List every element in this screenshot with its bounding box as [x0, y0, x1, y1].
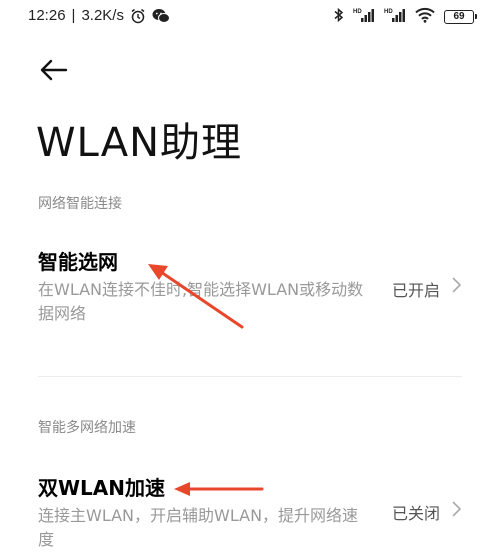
status-bar-right: HD HD 69 [334, 7, 477, 27]
back-button[interactable] [36, 52, 72, 88]
svg-text:HD: HD [384, 9, 393, 15]
chevron-right-icon [452, 277, 462, 293]
item-status-value: 已开启 [391, 281, 440, 300]
wifi-icon [415, 7, 435, 27]
item-status-value: 已关闭 [391, 504, 440, 523]
status-time: 12:26 [28, 7, 66, 24]
back-arrow-icon [40, 59, 68, 81]
status-bar: 12:26 | 3.2K/s HD HD 69 [0, 0, 500, 36]
chevron-right-icon [452, 501, 462, 517]
divider [38, 376, 462, 377]
status-separator: | [71, 7, 76, 24]
item-title: 双WLAN加速 [38, 476, 166, 500]
item-title: 智能选网 [38, 250, 118, 274]
page-title: WLAN助理 [36, 120, 243, 166]
status-net-speed: 3.2K/s [81, 7, 124, 24]
battery-icon: 69 [444, 10, 477, 24]
smart-network-select-item[interactable]: 智能选网 在WLAN连接不佳时,智能选择WLAN或移动数据网络 已开启 [0, 236, 500, 336]
wechat-icon [152, 8, 170, 24]
section-header-multi-network: 智能多网络加速 [38, 420, 136, 436]
signal-icon-2: HD [384, 7, 406, 27]
svg-text:HD: HD [353, 9, 362, 15]
item-description: 在WLAN连接不佳时,智能选择WLAN或移动数据网络 [38, 280, 364, 323]
bluetooth-icon [334, 7, 344, 27]
status-bar-left: 12:26 | 3.2K/s [28, 7, 170, 24]
alarm-icon [130, 8, 146, 24]
dual-wlan-accelerate-item[interactable]: 双WLAN加速 连接主WLAN，开启辅助WLAN，提升网络速度 已关闭 [0, 462, 500, 549]
item-description: 连接主WLAN，开启辅助WLAN，提升网络速度 [38, 506, 359, 549]
section-header-smart-connect: 网络智能连接 [38, 196, 122, 212]
signal-icon-1: HD [353, 7, 375, 27]
